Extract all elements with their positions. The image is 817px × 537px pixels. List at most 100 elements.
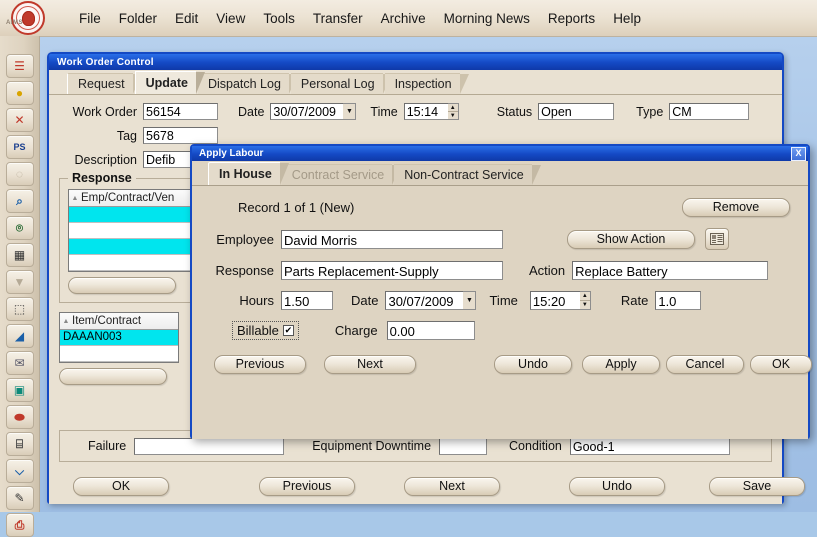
tab-request[interactable]: Request [67, 73, 142, 94]
menu-reports[interactable]: Reports [539, 8, 604, 29]
toolbar-notebook-icon[interactable]: ⌸ [5, 432, 34, 456]
tab-personal-log[interactable]: Personal Log [290, 73, 392, 94]
toolbar-stamp-red-icon[interactable]: ⬬ [5, 405, 34, 429]
record-row: Record 1 of 1 (New) Remove [208, 198, 792, 217]
date-label: Date [238, 104, 265, 119]
type-input[interactable]: CM [669, 103, 750, 120]
toolbar-edit-note-icon[interactable]: ✎ [5, 486, 34, 510]
toolbar-search-disabled-icon[interactable]: ◌ [5, 162, 34, 186]
tab-inspection[interactable]: Inspection [384, 73, 469, 94]
employee-input[interactable]: David Morris [281, 229, 503, 249]
record-counter-text: Record 1 of 1 (New) [238, 200, 355, 215]
dlg-ok-button[interactable]: OK [750, 354, 812, 374]
close-icon[interactable]: X [791, 146, 806, 161]
show-action-button[interactable]: Show Action [567, 229, 695, 249]
toolbar-book-red-icon[interactable]: ☰ [5, 54, 34, 78]
charge-input[interactable]: 0.00 [386, 321, 475, 340]
tab-in-house[interactable]: In House [208, 162, 289, 185]
dlg-next-button[interactable]: Next [324, 354, 416, 374]
time-spin-buttons[interactable]: ▲ ▼ [447, 103, 459, 120]
tag-input[interactable]: 5678 [143, 127, 218, 144]
woc-save-button[interactable]: Save [709, 476, 805, 496]
failure-input[interactable] [134, 437, 285, 455]
tab-label: Contract Service [291, 168, 385, 182]
menu-help[interactable]: Help [604, 8, 650, 29]
billable-checkbox[interactable]: ✔ [282, 325, 294, 336]
toolbar-paint-bucket-icon[interactable]: ◢ [5, 324, 34, 348]
dialog-time-spin-buttons[interactable]: ▲ ▼ [579, 291, 591, 310]
dialog-time-input[interactable]: 15:20 [529, 291, 580, 310]
time-input[interactable]: 15:14 [403, 103, 448, 120]
tab-label: In House [219, 167, 272, 181]
hours-date-time-rate-row: Hours 1.50 Date 30/07/2009 ▼ Time 15:20 … [208, 291, 792, 310]
billable-label: Billable [237, 323, 279, 338]
response-grid-header-label: Emp/Contract/Ven [81, 192, 175, 204]
item-action-button[interactable] [59, 368, 167, 385]
time-spinner[interactable]: 15:14 ▲ ▼ [403, 103, 459, 120]
contacts-icon[interactable] [705, 228, 729, 250]
dialog-date-input[interactable]: 30/07/2009 [385, 291, 464, 310]
dialog-date-combo[interactable]: 30/07/2009 ▼ [385, 291, 477, 310]
rate-input[interactable]: 1.0 [655, 291, 702, 310]
spin-up-icon[interactable]: ▲ [447, 104, 458, 112]
spin-down-icon[interactable]: ▼ [447, 112, 458, 119]
toolbar-dropdown-disabled-icon[interactable]: ▼ [5, 270, 34, 294]
woc-ok-button[interactable]: OK [73, 476, 169, 496]
spin-down-icon[interactable]: ▼ [579, 301, 590, 309]
menu-folder[interactable]: Folder [110, 8, 166, 29]
book-red-icon: ☰ [14, 59, 25, 73]
status-input[interactable]: Open [538, 103, 615, 120]
remove-button[interactable]: Remove [682, 198, 790, 217]
toolbar-money-bag-icon[interactable]: ● [5, 81, 34, 105]
spin-up-icon[interactable]: ▲ [579, 292, 590, 301]
menu-tools[interactable]: Tools [254, 8, 304, 29]
apply-labour-body: In House Contract Service Non-Contract Ser… [192, 161, 812, 439]
chevron-down-icon[interactable]: ▼ [463, 291, 477, 310]
woc-undo-button[interactable]: Undo [569, 476, 665, 496]
woc-previous-button[interactable]: Previous [259, 476, 355, 496]
toolbar-table-grid-icon[interactable]: ▦ [5, 243, 34, 267]
response-action-button[interactable] [68, 277, 176, 294]
menu-transfer[interactable]: Transfer [304, 8, 372, 29]
menu-archive[interactable]: Archive [372, 8, 435, 29]
dlg-apply-button[interactable]: Apply [582, 354, 660, 374]
chevron-down-icon[interactable]: ▼ [343, 103, 357, 120]
toolbar-magnifier-icon[interactable]: ⌕ [5, 189, 34, 213]
dialog-time-spinner[interactable]: 15:20 ▲ ▼ [529, 291, 591, 310]
menu-file[interactable]: File [70, 8, 110, 29]
response-input[interactable]: Parts Replacement-Supply [281, 261, 503, 280]
toolbar-photo-frame-icon[interactable]: ⬚ [5, 297, 34, 321]
tab-update[interactable]: Update [134, 71, 206, 94]
date-combo[interactable]: 30/07/2009 ▼ [270, 103, 357, 120]
table-row[interactable] [60, 346, 178, 362]
equipment-downtime-input[interactable] [439, 437, 488, 455]
toolbar-ps-icon[interactable]: PS [5, 135, 34, 159]
menu-edit[interactable]: Edit [166, 8, 207, 29]
dlg-previous-button[interactable]: Previous [214, 354, 306, 374]
billable-checkbox-group[interactable]: Billable ✔ [232, 321, 299, 340]
item-contract-grid-header[interactable]: ▲ Item/Contract [60, 313, 178, 330]
work-order-button-bar: OK Previous Next Undo Save [59, 474, 805, 498]
action-input[interactable]: Replace Battery [572, 261, 769, 280]
item-contract-grid[interactable]: ▲ Item/Contract DAAAN003 [59, 312, 179, 363]
condition-input[interactable]: Good-1 [569, 437, 730, 455]
menu-morning-news[interactable]: Morning News [435, 8, 539, 29]
table-row[interactable]: DAAAN003 [60, 330, 178, 346]
toolbar-printer-icon[interactable]: ⎙ [5, 513, 34, 537]
toolbar-delete-cross-icon[interactable]: ✕ [5, 108, 34, 132]
failure-label: Failure [88, 439, 127, 453]
toolbar-envelope-icon[interactable]: ✉ [5, 351, 34, 375]
hours-input[interactable]: 1.50 [281, 291, 333, 310]
date-input[interactable]: 30/07/2009 [270, 103, 344, 120]
tab-dispatch-log[interactable]: Dispatch Log [197, 73, 298, 94]
woc-next-button[interactable]: Next [404, 476, 500, 496]
tab-non-contract-service[interactable]: Non-Contract Service [394, 164, 541, 185]
toolbar-camera-icon[interactable]: ▣ [5, 378, 34, 402]
toolbar-scanner-icon[interactable]: ⌵ [5, 459, 34, 483]
toolbar-find-document-icon[interactable]: ⌾ [5, 216, 34, 240]
dlg-cancel-button[interactable]: Cancel [666, 354, 744, 374]
notebook-icon: ⌸ [15, 437, 24, 451]
work-order-input[interactable]: 56154 [143, 103, 218, 120]
dlg-undo-button[interactable]: Undo [494, 354, 572, 374]
menu-view[interactable]: View [207, 8, 254, 29]
